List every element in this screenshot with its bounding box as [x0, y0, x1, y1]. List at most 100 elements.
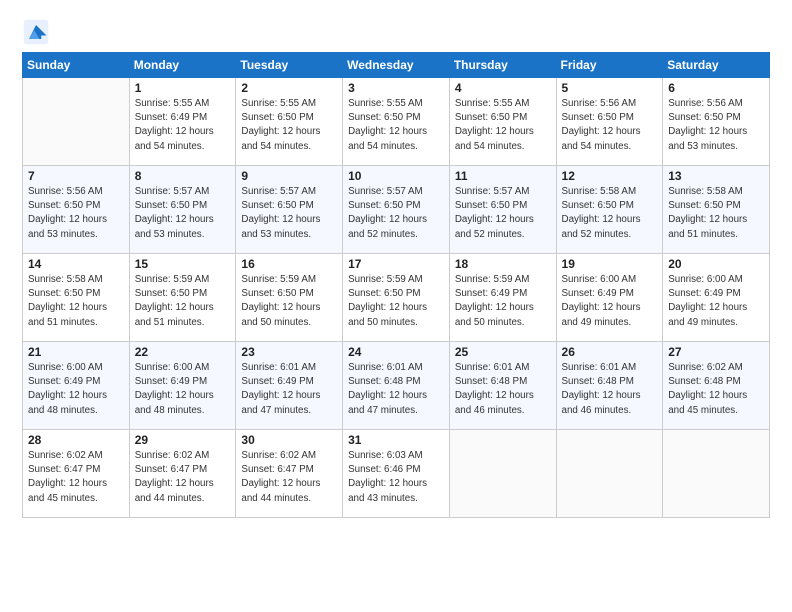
calendar-cell: 6 Sunrise: 5:56 AMSunset: 6:50 PMDaylight… — [663, 78, 770, 166]
calendar-cell: 21 Sunrise: 6:00 AMSunset: 6:49 PMDayligh… — [23, 342, 130, 430]
calendar-cell — [663, 430, 770, 518]
calendar-cell: 28 Sunrise: 6:02 AMSunset: 6:47 PMDayligh… — [23, 430, 130, 518]
calendar-cell: 8 Sunrise: 5:57 AMSunset: 6:50 PMDaylight… — [129, 166, 236, 254]
weekday-header: Thursday — [449, 53, 556, 78]
calendar-cell: 7 Sunrise: 5:56 AMSunset: 6:50 PMDaylight… — [23, 166, 130, 254]
calendar-cell: 3 Sunrise: 5:55 AMSunset: 6:50 PMDaylight… — [343, 78, 450, 166]
day-info: Sunrise: 5:57 AMSunset: 6:50 PMDaylight:… — [455, 185, 551, 242]
day-info: Sunrise: 5:58 AMSunset: 6:50 PMDaylight:… — [668, 185, 764, 242]
day-info: Sunrise: 5:56 AMSunset: 6:50 PMDaylight:… — [668, 97, 764, 154]
day-number: 25 — [455, 345, 551, 359]
calendar-cell: 11 Sunrise: 5:57 AMSunset: 6:50 PMDayligh… — [449, 166, 556, 254]
day-number: 17 — [348, 257, 444, 271]
calendar-cell: 16Sunrise: 5:59 AMSunset: 6:50 PMDayligh… — [236, 254, 343, 342]
calendar-cell — [556, 430, 663, 518]
calendar-cell: 19Sunrise: 6:00 AMSunset: 6:49 PMDayligh… — [556, 254, 663, 342]
day-number: 29 — [135, 433, 231, 447]
day-info: Sunrise: 5:59 AMSunset: 6:50 PMDaylight:… — [135, 273, 231, 330]
header — [22, 18, 770, 46]
weekday-header: Sunday — [23, 53, 130, 78]
calendar-cell: 23 Sunrise: 6:01 AMSunset: 6:49 PMDayligh… — [236, 342, 343, 430]
day-number: 11 — [455, 169, 551, 183]
calendar-cell: 4Sunrise: 5:55 AMSunset: 6:50 PMDaylight… — [449, 78, 556, 166]
day-info: Sunrise: 6:02 AMSunset: 6:48 PMDaylight:… — [668, 361, 764, 418]
day-info: Sunrise: 6:01 AMSunset: 6:49 PMDaylight:… — [241, 361, 337, 418]
calendar-cell: 15 Sunrise: 5:59 AMSunset: 6:50 PMDayligh… — [129, 254, 236, 342]
day-info: Sunrise: 6:01 AMSunset: 6:48 PMDaylight:… — [348, 361, 444, 418]
day-info: Sunrise: 5:56 AMSunset: 6:50 PMDaylight:… — [562, 97, 658, 154]
calendar-cell: 5 Sunrise: 5:56 AMSunset: 6:50 PMDaylight… — [556, 78, 663, 166]
weekday-header: Friday — [556, 53, 663, 78]
day-number: 6 — [668, 81, 764, 95]
day-info: Sunrise: 5:55 AMSunset: 6:50 PMDaylight:… — [348, 97, 444, 154]
calendar-week-row: 28 Sunrise: 6:02 AMSunset: 6:47 PMDayligh… — [23, 430, 770, 518]
calendar-cell: 18 Sunrise: 5:59 AMSunset: 6:49 PMDayligh… — [449, 254, 556, 342]
day-number: 23 — [241, 345, 337, 359]
day-number: 2 — [241, 81, 337, 95]
calendar-cell: 26 Sunrise: 6:01 AMSunset: 6:48 PMDayligh… — [556, 342, 663, 430]
day-info: Sunrise: 5:55 AMSunset: 6:50 PMDaylight:… — [455, 97, 551, 154]
day-number: 21 — [28, 345, 124, 359]
day-number: 16 — [241, 257, 337, 271]
calendar-cell: 2 Sunrise: 5:55 AMSunset: 6:50 PMDaylight… — [236, 78, 343, 166]
day-info: Sunrise: 6:03 AMSunset: 6:46 PMDaylight:… — [348, 449, 444, 506]
weekday-header: Monday — [129, 53, 236, 78]
calendar-cell: 20 Sunrise: 6:00 AMSunset: 6:49 PMDayligh… — [663, 254, 770, 342]
day-number: 27 — [668, 345, 764, 359]
day-info: Sunrise: 6:00 AMSunset: 6:49 PMDaylight:… — [28, 361, 124, 418]
day-info: Sunrise: 6:00 AMSunset: 6:49 PMDaylight:… — [562, 273, 658, 330]
day-info: Sunrise: 5:57 AMSunset: 6:50 PMDaylight:… — [135, 185, 231, 242]
day-number: 24 — [348, 345, 444, 359]
day-number: 14 — [28, 257, 124, 271]
weekday-header: Wednesday — [343, 53, 450, 78]
calendar-cell: 9 Sunrise: 5:57 AMSunset: 6:50 PMDaylight… — [236, 166, 343, 254]
calendar-cell: 29 Sunrise: 6:02 AMSunset: 6:47 PMDayligh… — [129, 430, 236, 518]
day-number: 22 — [135, 345, 231, 359]
day-number: 5 — [562, 81, 658, 95]
day-number: 28 — [28, 433, 124, 447]
day-info: Sunrise: 6:01 AMSunset: 6:48 PMDaylight:… — [562, 361, 658, 418]
day-info: Sunrise: 5:59 AMSunset: 6:49 PMDaylight:… — [455, 273, 551, 330]
day-number: 12 — [562, 169, 658, 183]
day-number: 15 — [135, 257, 231, 271]
day-info: Sunrise: 6:02 AMSunset: 6:47 PMDaylight:… — [135, 449, 231, 506]
logo — [22, 18, 54, 46]
calendar-week-row: 14 Sunrise: 5:58 AMSunset: 6:50 PMDayligh… — [23, 254, 770, 342]
day-info: Sunrise: 5:57 AMSunset: 6:50 PMDaylight:… — [241, 185, 337, 242]
calendar-cell: 1Sunrise: 5:55 AMSunset: 6:49 PMDaylight… — [129, 78, 236, 166]
day-number: 20 — [668, 257, 764, 271]
page: SundayMondayTuesdayWednesdayThursdayFrid… — [0, 0, 792, 612]
day-number: 8 — [135, 169, 231, 183]
day-number: 18 — [455, 257, 551, 271]
day-number: 1 — [135, 81, 231, 95]
calendar-week-row: 7 Sunrise: 5:56 AMSunset: 6:50 PMDaylight… — [23, 166, 770, 254]
day-info: Sunrise: 5:59 AMSunset: 6:50 PMDaylight:… — [348, 273, 444, 330]
calendar-cell: 13 Sunrise: 5:58 AMSunset: 6:50 PMDayligh… — [663, 166, 770, 254]
calendar-cell: 25Sunrise: 6:01 AMSunset: 6:48 PMDayligh… — [449, 342, 556, 430]
weekday-header: Saturday — [663, 53, 770, 78]
calendar-cell — [23, 78, 130, 166]
day-info: Sunrise: 5:55 AMSunset: 6:50 PMDaylight:… — [241, 97, 337, 154]
calendar-cell: 14 Sunrise: 5:58 AMSunset: 6:50 PMDayligh… — [23, 254, 130, 342]
calendar-week-row: 21 Sunrise: 6:00 AMSunset: 6:49 PMDayligh… — [23, 342, 770, 430]
day-info: Sunrise: 5:58 AMSunset: 6:50 PMDaylight:… — [562, 185, 658, 242]
calendar-cell: 24 Sunrise: 6:01 AMSunset: 6:48 PMDayligh… — [343, 342, 450, 430]
day-number: 13 — [668, 169, 764, 183]
day-info: Sunrise: 5:56 AMSunset: 6:50 PMDaylight:… — [28, 185, 124, 242]
day-number: 26 — [562, 345, 658, 359]
weekday-header: Tuesday — [236, 53, 343, 78]
calendar-header-row: SundayMondayTuesdayWednesdayThursdayFrid… — [23, 53, 770, 78]
calendar-week-row: 1Sunrise: 5:55 AMSunset: 6:49 PMDaylight… — [23, 78, 770, 166]
day-info: Sunrise: 6:00 AMSunset: 6:49 PMDaylight:… — [668, 273, 764, 330]
day-number: 3 — [348, 81, 444, 95]
day-info: Sunrise: 6:02 AMSunset: 6:47 PMDaylight:… — [28, 449, 124, 506]
day-number: 9 — [241, 169, 337, 183]
day-info: Sunrise: 5:57 AMSunset: 6:50 PMDaylight:… — [348, 185, 444, 242]
day-number: 7 — [28, 169, 124, 183]
day-info: Sunrise: 5:58 AMSunset: 6:50 PMDaylight:… — [28, 273, 124, 330]
calendar-table: SundayMondayTuesdayWednesdayThursdayFrid… — [22, 52, 770, 518]
calendar-cell: 27 Sunrise: 6:02 AMSunset: 6:48 PMDayligh… — [663, 342, 770, 430]
calendar-cell: 22Sunrise: 6:00 AMSunset: 6:49 PMDayligh… — [129, 342, 236, 430]
calendar-cell: 30Sunrise: 6:02 AMSunset: 6:47 PMDayligh… — [236, 430, 343, 518]
calendar-body: 1Sunrise: 5:55 AMSunset: 6:49 PMDaylight… — [23, 78, 770, 518]
